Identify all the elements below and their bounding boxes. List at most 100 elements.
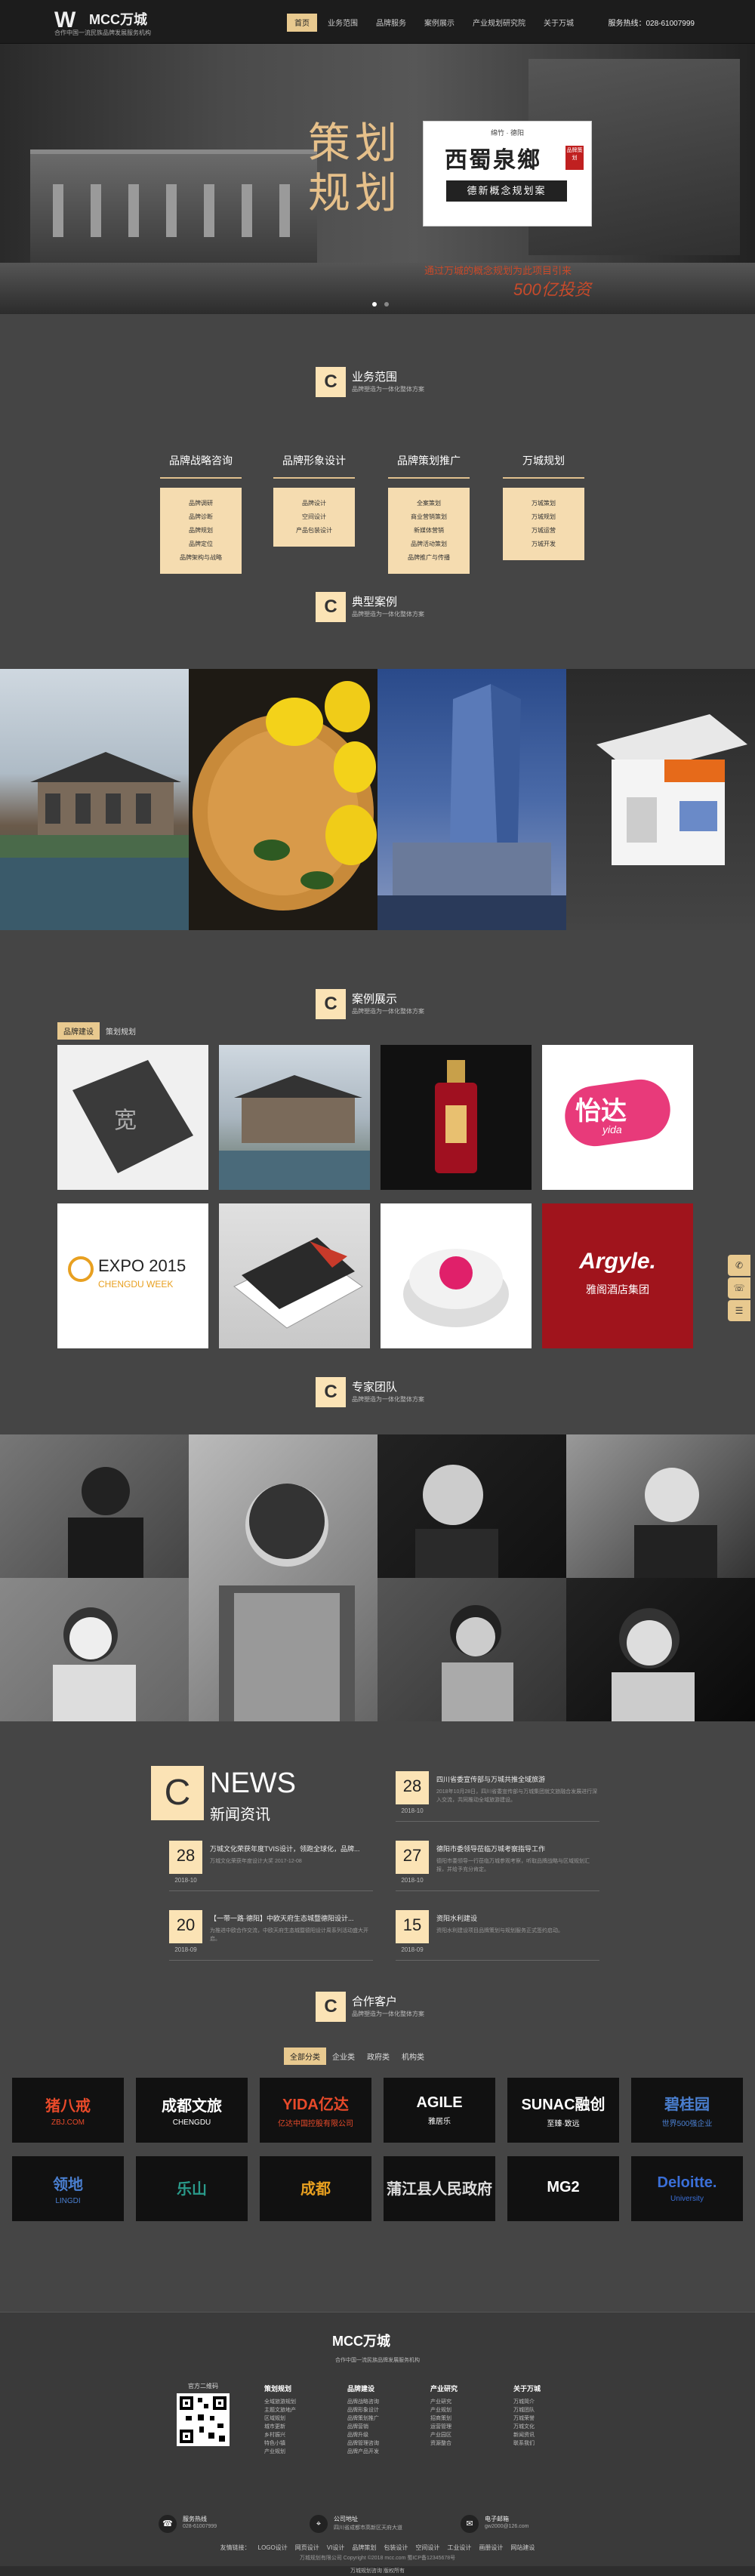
team-member-photo[interactable] [378, 1434, 566, 1578]
service-item[interactable]: 品牌推广与传播 [388, 551, 470, 565]
nav-about[interactable]: 关于万城 [536, 14, 581, 32]
showcase-item-yida[interactable]: 怡达 yida [542, 1045, 693, 1190]
news-title[interactable]: 四川省委宣传部与万城共推全域旅游 [436, 1774, 599, 1784]
footer-link[interactable]: 资源整合 [430, 2439, 498, 2448]
footer-link[interactable]: 联系我们 [513, 2439, 581, 2448]
footer-link[interactable]: 运营管理 [430, 2423, 498, 2431]
footer-column-heading[interactable]: 关于万城 [513, 2383, 581, 2393]
service-title[interactable]: 品牌策划推广 [388, 453, 470, 479]
team-member-photo[interactable] [189, 1434, 378, 1721]
nav-cases[interactable]: 案例展示 [417, 14, 462, 32]
partner-logo[interactable]: MG2 [507, 2156, 619, 2221]
footer-link[interactable]: 品牌战略咨询 [347, 2398, 415, 2406]
footer-column-heading[interactable]: 品牌建设 [347, 2383, 415, 2393]
partner-logo[interactable]: AGILE 雅居乐 [384, 2078, 495, 2143]
service-item[interactable]: 万城开发 [503, 538, 584, 551]
news-item[interactable]: 28 2018-10 万城文化荣获年度TVIS设计，领跑全球化，品牌... 万城… [169, 1841, 373, 1893]
service-title[interactable]: 品牌战略咨询 [160, 453, 242, 479]
friend-link[interactable]: 空间设计 [415, 2544, 439, 2551]
service-item[interactable]: 空间设计 [273, 510, 355, 524]
footer-link[interactable]: 产业园区 [430, 2431, 498, 2439]
service-item[interactable]: 品牌定位 [160, 538, 242, 551]
case-image-exhibition[interactable] [566, 669, 755, 930]
news-title[interactable]: 德阳市委领导莅临万城考察指导工作 [436, 1844, 599, 1853]
service-item[interactable]: 万城规划 [503, 510, 584, 524]
float-menu-button[interactable]: ☰ [728, 1300, 750, 1321]
footer-link[interactable]: 品牌策划推广 [347, 2414, 415, 2423]
partner-logo[interactable]: 乐山 [136, 2156, 248, 2221]
service-item[interactable]: 新媒体营销 [388, 524, 470, 538]
news-item[interactable]: 28 2018-10 四川省委宣传部与万城共推全域旅游 2018年10月28日，… [396, 1771, 599, 1824]
banner-dot[interactable] [372, 302, 377, 307]
nav-brand[interactable]: 品牌服务 [368, 14, 414, 32]
news-item[interactable]: 20 2018-09 【一带一路·德阳】中欧天府生态城暨德阳设计... 为推进中… [169, 1910, 373, 1963]
footer-link[interactable]: 品牌形象设计 [347, 2406, 415, 2414]
team-member-photo[interactable] [0, 1434, 189, 1578]
partner-logo[interactable]: 碧桂园 世界500强企业 [631, 2078, 743, 2143]
friend-link[interactable]: 工业设计 [447, 2544, 471, 2551]
service-item[interactable]: 产品包装设计 [273, 524, 355, 538]
footer-link[interactable]: 全域旅游规划 [264, 2398, 332, 2406]
service-item[interactable]: 商业营销策划 [388, 510, 470, 524]
friend-link[interactable]: LOGO设计 [258, 2544, 288, 2551]
tab-government[interactable]: 政府类 [361, 2048, 396, 2065]
partner-logo[interactable]: 成都文旅 CHENGDU [136, 2078, 248, 2143]
nav-research[interactable]: 产业规划研究院 [465, 14, 533, 32]
footer-link[interactable]: 万城简介 [513, 2398, 581, 2406]
service-item[interactable]: 万城运营 [503, 524, 584, 538]
tab-planning[interactable]: 策划规划 [100, 1022, 142, 1040]
service-item[interactable]: 品牌活动策划 [388, 538, 470, 551]
friend-link[interactable]: 品牌策划 [352, 2544, 376, 2551]
case-image-lemons[interactable] [189, 669, 378, 930]
footer-column-heading[interactable]: 策划规划 [264, 2383, 332, 2393]
footer-link[interactable]: 产业规划 [430, 2406, 498, 2414]
team-member-photo[interactable] [566, 1578, 755, 1721]
service-item[interactable]: 品牌调研 [160, 497, 242, 510]
footer-link[interactable]: 品牌营销 [347, 2423, 415, 2431]
footer-column-heading[interactable]: 产业研究 [430, 2383, 498, 2393]
footer-link[interactable]: 新闻资讯 [513, 2431, 581, 2439]
case-image-tower[interactable] [378, 669, 566, 930]
nav-home[interactable]: 首页 [287, 14, 317, 32]
friend-link[interactable]: 画册设计 [479, 2544, 503, 2551]
footer-link[interactable]: 万城荣誉 [513, 2414, 581, 2423]
service-title[interactable]: 万城规划 [503, 453, 584, 479]
footer-link[interactable]: 品牌产品开发 [347, 2448, 415, 2456]
float-wechat-button[interactable]: ✆ [728, 1255, 750, 1276]
footer-link[interactable]: 主题文旅地产 [264, 2406, 332, 2414]
partner-logo[interactable]: 猪八戒 ZBJ.COM [12, 2078, 124, 2143]
friend-link[interactable]: 网站建设 [510, 2544, 535, 2551]
news-item[interactable]: 15 2018-09 资阳水利建设 资阳水利建设项目品牌策划与规划服务正式签约启… [396, 1910, 599, 1963]
team-member-photo[interactable] [378, 1578, 566, 1721]
showcase-item-liquor[interactable] [381, 1045, 532, 1190]
team-member-photo[interactable] [0, 1578, 189, 1721]
footer-link[interactable]: 品牌升级 [347, 2431, 415, 2439]
news-item[interactable]: 27 2018-10 德阳市委领导莅临万城考察指导工作 德阳市委领导一行莅临万城… [396, 1841, 599, 1893]
news-title[interactable]: 资阳水利建设 [436, 1913, 599, 1923]
service-item[interactable]: 万城策划 [503, 497, 584, 510]
footer-link[interactable]: 万城团队 [513, 2406, 581, 2414]
partner-logo[interactable]: YIDA亿达 亿达中国控股有限公司 [260, 2078, 371, 2143]
showcase-item-brochure[interactable] [219, 1203, 370, 1348]
tab-brand[interactable]: 品牌建设 [57, 1022, 100, 1040]
showcase-item-sculpture[interactable]: 宽 [57, 1045, 208, 1190]
banner-dot[interactable] [384, 302, 390, 307]
service-item[interactable]: 品牌规划 [160, 524, 242, 538]
showcase-item-village[interactable] [219, 1045, 370, 1190]
footer-link[interactable]: 产业规划 [264, 2448, 332, 2456]
footer-link[interactable]: 产业研究 [430, 2398, 498, 2406]
footer-link[interactable]: 特色小镇 [264, 2439, 332, 2448]
news-title[interactable]: 【一带一路·德阳】中欧天府生态城暨德阳设计... [210, 1913, 373, 1923]
friend-link[interactable]: 网页设计 [295, 2544, 319, 2551]
friend-link[interactable]: 包装设计 [384, 2544, 408, 2551]
nav-services[interactable]: 业务范围 [320, 14, 365, 32]
footer-link[interactable]: 城市更新 [264, 2423, 332, 2431]
case-image-village[interactable] [0, 669, 189, 930]
footer-link[interactable]: 区域规划 [264, 2414, 332, 2423]
partner-logo[interactable]: Deloitte. University [631, 2156, 743, 2221]
service-item[interactable]: 全案策划 [388, 497, 470, 510]
showcase-item-argyle[interactable]: Argyle. 雅阁酒店集团 [542, 1203, 693, 1348]
footer-link[interactable]: 招商策划 [430, 2414, 498, 2423]
partner-logo[interactable]: 领地 LINGDI [12, 2156, 124, 2221]
showcase-item-expo[interactable]: EXPO 2015 CHENGDU WEEK [57, 1203, 208, 1348]
